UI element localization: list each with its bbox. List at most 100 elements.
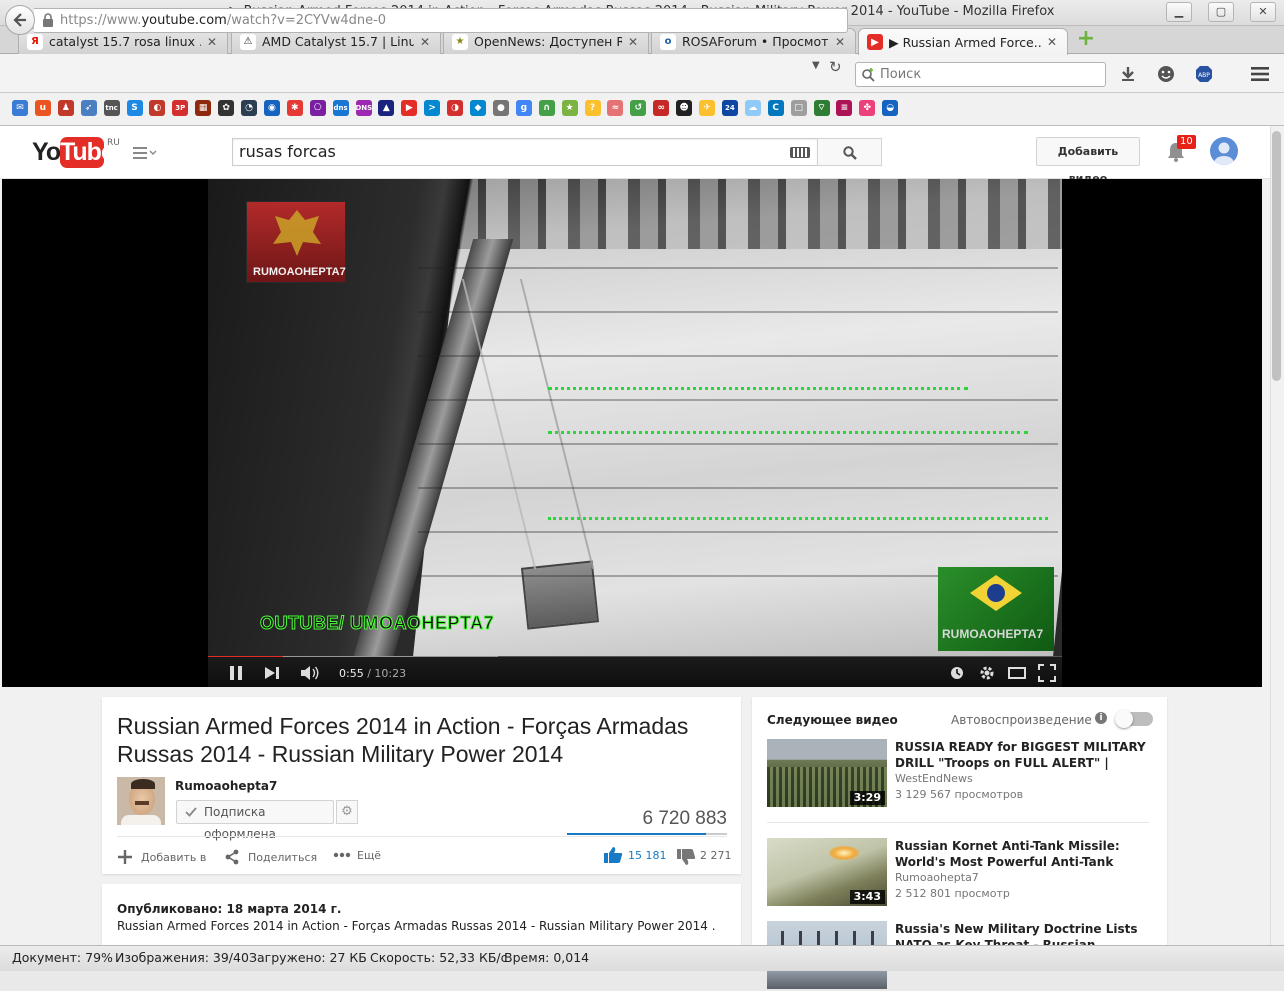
dislike-count[interactable]: 2 271 xyxy=(700,849,732,862)
bookmark-icon[interactable]: ☁ xyxy=(744,100,761,116)
video-thumbnail[interactable]: 3:29 xyxy=(767,739,887,807)
volume-icon[interactable] xyxy=(300,665,320,681)
bookmark-icon[interactable]: ? xyxy=(584,100,601,116)
channel-avatar[interactable] xyxy=(117,777,165,825)
bookmark-icon[interactable]: C xyxy=(767,100,784,116)
bookmark-icon[interactable]: ◆ xyxy=(470,100,486,116)
tab-close-icon[interactable]: ✕ xyxy=(833,35,847,49)
bookmark-icon[interactable]: ✈ xyxy=(699,100,715,116)
bookmark-icon[interactable]: ▶ xyxy=(401,100,418,116)
menu-icon[interactable] xyxy=(1249,63,1271,85)
bookmark-icon[interactable]: 24 xyxy=(721,100,738,116)
bookmark-icon[interactable]: ⌔ xyxy=(813,100,830,116)
bookmark-icon[interactable]: ◐ xyxy=(149,100,166,116)
bookmark-icon[interactable]: ✿ xyxy=(218,100,235,116)
bookmark-icon[interactable]: ◒ xyxy=(882,100,899,116)
bookmark-icon[interactable]: ✱ xyxy=(286,100,303,116)
lock-icon[interactable] xyxy=(42,13,54,27)
theater-mode-icon[interactable] xyxy=(1008,667,1026,679)
bookmark-icon[interactable]: ≈ xyxy=(607,100,624,116)
keyboard-icon[interactable] xyxy=(790,147,810,158)
back-button[interactable] xyxy=(5,5,35,35)
bookmark-icon[interactable]: ● xyxy=(492,100,509,116)
bookmark-icon[interactable]: ➶ xyxy=(80,100,97,116)
publish-date: Опубликовано: 18 марта 2014 г. xyxy=(117,902,342,916)
more-actions-button[interactable]: Ещё xyxy=(333,849,381,862)
settings-gear-icon[interactable] xyxy=(979,665,995,681)
bookmark-icon[interactable]: g xyxy=(515,100,532,116)
bookmark-icon[interactable]: 3P xyxy=(172,100,189,116)
bookmark-icon[interactable]: □ xyxy=(790,100,807,116)
bookmark-icon[interactable]: ♟ xyxy=(57,100,74,116)
share-button[interactable]: Поделиться xyxy=(224,849,317,865)
smiley-icon[interactable] xyxy=(1155,63,1177,85)
up-next-video-item[interactable]: 3:29 RUSSIA READY for BIGGEST MILITARY DR… xyxy=(767,739,1149,809)
up-next-video-item[interactable]: 3:43 Russian Kornet Anti-Tank Missile: Wo… xyxy=(767,838,1149,908)
up-next-divider xyxy=(767,822,1149,823)
download-icon[interactable] xyxy=(1117,63,1139,85)
up-next-video-views: 2 512 801 просмотр xyxy=(895,887,1010,900)
bookmark-icon[interactable]: u xyxy=(34,100,51,116)
bookmark-icon[interactable]: DNS xyxy=(355,100,372,116)
pause-icon[interactable] xyxy=(228,665,244,681)
bookmark-icon[interactable]: ↺ xyxy=(630,100,647,116)
subscribed-button[interactable]: Подписка оформлена xyxy=(176,800,334,841)
up-next-video-title[interactable]: RUSSIA READY for BIGGEST MILITARY DRILL … xyxy=(895,739,1151,771)
yt-logo-tube[interactable]: Tube xyxy=(60,137,115,168)
url-host: youtube.com xyxy=(141,13,227,28)
browser-search-input[interactable]: Поиск xyxy=(855,62,1106,87)
add-to-button[interactable]: Добавить в xyxy=(117,849,206,865)
tab-close-icon[interactable]: ✕ xyxy=(205,35,219,49)
yt-search-button[interactable] xyxy=(817,138,882,166)
bookmark-icon[interactable]: ★ xyxy=(561,100,578,116)
autoplay-toggle[interactable] xyxy=(1115,710,1153,728)
watch-later-icon[interactable] xyxy=(950,666,964,680)
yt-search-input[interactable]: rusas forcas xyxy=(232,138,818,166)
bookmark-icon[interactable]: ☻ xyxy=(676,100,693,116)
video-thumbnail[interactable]: 3:43 xyxy=(767,838,887,906)
bookmark-icon[interactable]: ∞ xyxy=(653,100,670,116)
upload-video-button[interactable]: Добавить видео xyxy=(1036,137,1140,185)
user-avatar[interactable] xyxy=(1210,137,1238,165)
player-controls xyxy=(208,657,1062,687)
autoplay-info-icon[interactable]: i xyxy=(1095,712,1107,724)
like-count[interactable]: 15 181 xyxy=(628,849,667,862)
tab-close-icon[interactable]: ✕ xyxy=(626,35,640,49)
url-bar[interactable]: https://www.youtube.com/watch?v=2CYVw4dn… xyxy=(34,8,848,33)
bookmark-icon[interactable]: ∩ xyxy=(538,100,555,116)
guide-menu-icon[interactable] xyxy=(133,146,157,160)
scrollbar-thumb[interactable] xyxy=(1272,131,1281,381)
channel-name[interactable]: Rumoaohepta7 xyxy=(175,779,277,793)
abp-icon[interactable]: ABP xyxy=(1193,63,1215,85)
up-next-video-title[interactable]: Russian Kornet Anti-Tank Missile: World'… xyxy=(895,838,1151,870)
maximize-button[interactable]: ▢ xyxy=(1208,2,1234,22)
tab-close-icon[interactable]: ✕ xyxy=(1045,35,1059,49)
next-video-icon[interactable] xyxy=(264,666,282,680)
reload-icon[interactable]: ↻ xyxy=(829,58,842,76)
close-window-button[interactable]: ✕ xyxy=(1250,2,1276,22)
bookmark-icon[interactable]: > xyxy=(424,100,441,116)
bookmark-icon[interactable]: ◉ xyxy=(263,100,280,116)
bookmark-icon[interactable]: ▦ xyxy=(195,100,212,116)
bookmark-icon[interactable]: dns xyxy=(332,100,349,116)
tab-item[interactable]: ▶ ▶ Russian Armed Force... ✕ xyxy=(858,28,1068,55)
bookmark-icon[interactable]: ◔ xyxy=(241,100,257,116)
minimize-button[interactable]: ▁ xyxy=(1166,2,1192,22)
bookmark-icon[interactable]: ≡ xyxy=(836,100,853,116)
watermark-text: RUMOAOHEPTA7 xyxy=(942,627,1044,641)
url-history-dropdown-icon[interactable]: ▼ xyxy=(812,60,820,71)
bookmark-icon[interactable]: tnc xyxy=(103,100,120,116)
new-tab-button[interactable]: + xyxy=(1076,28,1096,50)
fullscreen-icon[interactable] xyxy=(1038,664,1056,682)
bookmark-icon[interactable]: S xyxy=(126,100,143,116)
dislike-thumb-icon[interactable] xyxy=(676,848,696,866)
bookmark-icon[interactable]: ◑ xyxy=(447,100,464,116)
video-frame[interactable]: RUMOAOHEPTA7 RUMOAOHEPTA7 OUTUBE/ UMOAOH… xyxy=(208,179,1062,657)
bookmark-icon[interactable]: ▲ xyxy=(378,100,395,116)
bookmark-icon[interactable]: ✤ xyxy=(859,100,876,116)
bookmark-icon[interactable]: ✉ xyxy=(12,100,28,116)
like-thumb-icon[interactable] xyxy=(603,846,623,864)
bookmark-icon[interactable]: ⎔ xyxy=(309,100,326,116)
tab-close-icon[interactable]: ✕ xyxy=(418,35,432,49)
subscription-settings-gear-icon[interactable]: ⚙ xyxy=(336,800,358,824)
